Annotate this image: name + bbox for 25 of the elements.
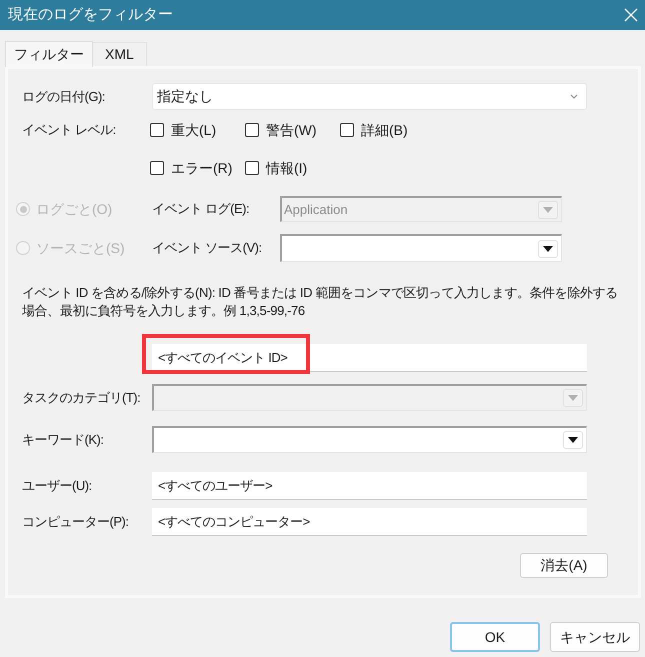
field-label: イベント ソース(V): <box>152 239 263 258</box>
field-label: イベント レベル: <box>22 121 117 140</box>
computer-field[interactable]: <すべてのコンピューター> <box>152 508 587 536</box>
field-label: イベント ログ(E): <box>152 200 250 218</box>
ok-button[interactable]: OK <box>450 622 540 652</box>
checkbox[interactable]: 警告(W) <box>245 120 340 140</box>
clear-button[interactable]: 消去(A) <box>520 553 608 578</box>
window-title: 現在のログをフィルター <box>8 4 173 25</box>
description-text: イベント ID を含める/除外する(N): ID 番号または ID 範囲をコンマで区切って入力します。条件を除外する場合、最初に負符号を入力します。例 1,3,5-99,-76 <box>22 284 619 320</box>
cancel-button[interactable]: キャンセル <box>550 622 640 652</box>
field-label: タスクのカテゴリ(T): <box>22 388 142 407</box>
checkbox[interactable]: 重大(L) <box>150 120 245 140</box>
checkbox[interactable]: 情報(I) <box>245 158 340 178</box>
event-id-field[interactable]: <すべてのイベント ID> <box>152 344 587 372</box>
date-dropdown[interactable]: 指定なし <box>152 83 587 110</box>
tab[interactable]: フィルター <box>5 41 93 67</box>
field-label: コンピューター(P): <box>22 513 130 532</box>
field-label: ユーザー(U): <box>22 477 93 496</box>
user-field[interactable]: <すべてのユーザー> <box>152 472 587 500</box>
field-label: キーワード(K): <box>22 430 104 449</box>
field-label: ログの日付(G): <box>22 88 106 106</box>
checkbox[interactable]: 詳細(B) <box>340 120 435 140</box>
checkbox[interactable]: エラー(R) <box>150 158 245 178</box>
chevron-down-icon <box>570 94 578 99</box>
tab[interactable]: XML <box>93 42 147 66</box>
